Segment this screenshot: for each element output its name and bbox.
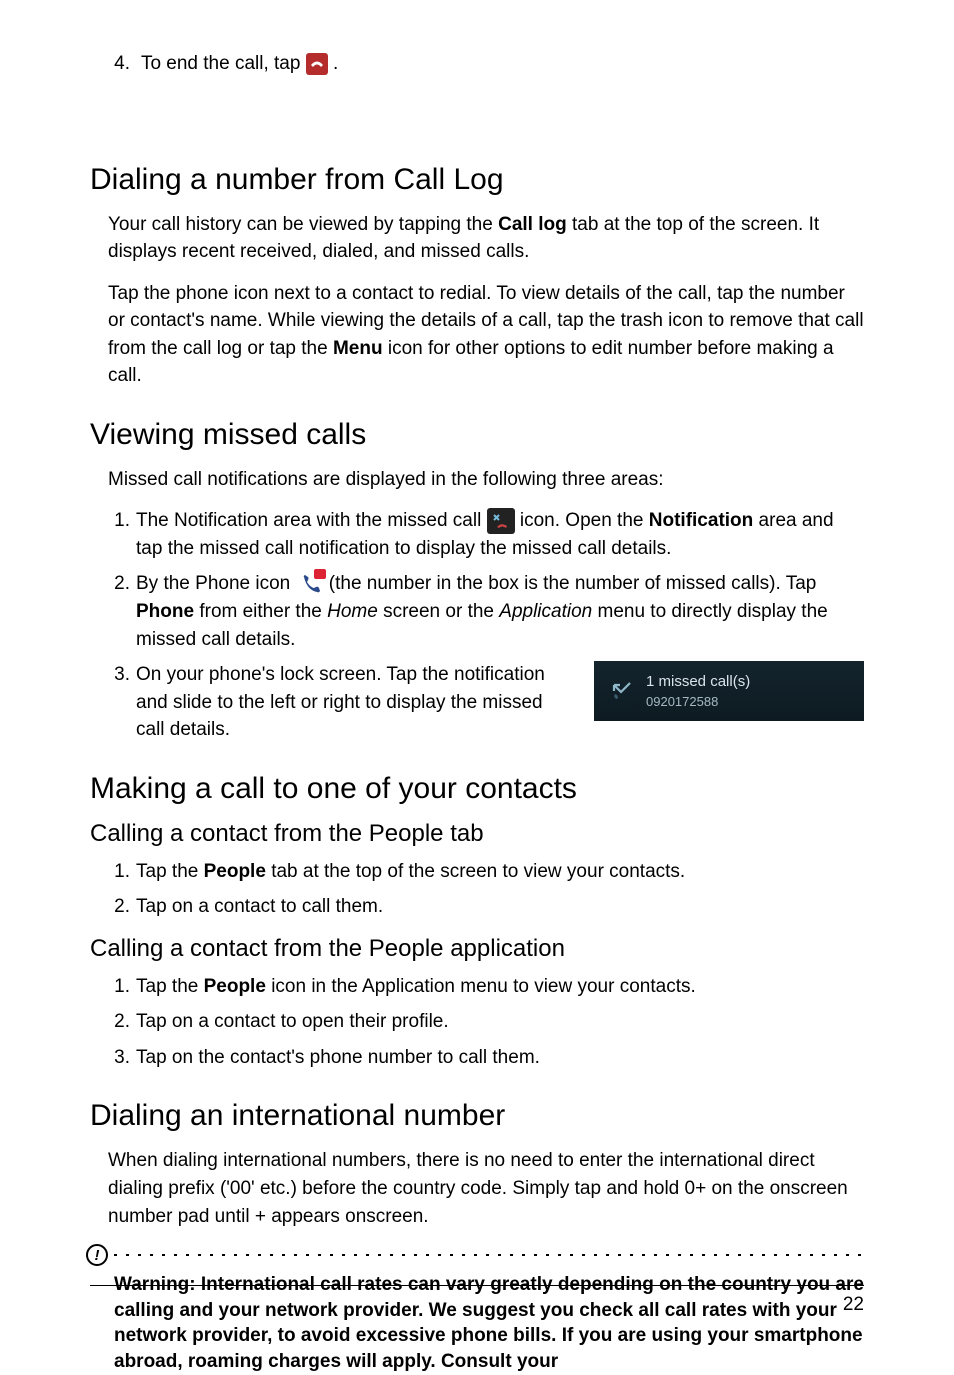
lockscreen-missed-call-widget: 1 missed call(s) 0920172588 [594, 661, 864, 721]
subheading-people-app: Calling a contact from the People applic… [90, 935, 864, 963]
step-text-post: . [333, 53, 338, 74]
missed-calls-list: 1. The Notification area with the missed… [108, 507, 864, 743]
paragraph: Tap the phone icon next to a contact to … [108, 280, 864, 390]
list-item: 1.Tap the People icon in the Application… [108, 973, 864, 1001]
heading-viewing-missed-calls: Viewing missed calls [90, 418, 864, 452]
heading-international-number: Dialing an international number [90, 1099, 864, 1133]
step-text-pre: To end the call, tap [141, 53, 306, 74]
list-item: 3.Tap on the contact's phone number to c… [108, 1044, 864, 1072]
missed-count-badge [314, 569, 326, 579]
list-item: 1. The Notification area with the missed… [108, 507, 864, 562]
list-item: 2.Tap on a contact to open their profile… [108, 1008, 864, 1036]
list-item: 1.Tap the People tab at the top of the s… [108, 858, 864, 886]
list-item: 2.Tap on a contact to call them. [108, 893, 864, 921]
missed-call-arrow-icon [608, 679, 636, 703]
heading-making-call-contacts: Making a call to one of your contacts [90, 772, 864, 806]
paragraph: Your call history can be viewed by tappi… [108, 211, 864, 266]
warning-separator: ! [86, 1244, 864, 1266]
missed-call-number: 0920172588 [646, 693, 750, 712]
dotted-rule [114, 1254, 864, 1256]
heading-dialing-call-log: Dialing a number from Call Log [90, 163, 864, 197]
warning-icon: ! [86, 1244, 108, 1266]
list-marker: 4. [108, 50, 130, 78]
people-app-steps: 1.Tap the People icon in the Application… [108, 973, 864, 1072]
subheading-people-tab: Calling a contact from the People tab [90, 820, 864, 848]
phone-with-badge-icon [296, 571, 324, 597]
missed-call-notification-icon [487, 508, 515, 534]
step-4-end-call: 4. To end the call, tap . [108, 50, 864, 78]
missed-call-text: 1 missed call(s) 0920172588 [646, 671, 750, 712]
page-number: 22 [843, 1294, 864, 1316]
paragraph: When dialing international numbers, ther… [108, 1147, 864, 1230]
list-item: 2. By the Phone icon (the number in the … [108, 570, 864, 653]
end-call-icon [306, 53, 328, 75]
paragraph: Missed call notifications are displayed … [108, 466, 864, 494]
warning-text: Warning: International call rates can va… [114, 1272, 864, 1375]
footer-rule [90, 1285, 864, 1286]
people-tab-steps: 1.Tap the People tab at the top of the s… [108, 858, 864, 921]
list-item: 3. On your phone's lock screen. Tap the … [108, 661, 864, 744]
missed-call-count-label: 1 missed call(s) [646, 671, 750, 693]
